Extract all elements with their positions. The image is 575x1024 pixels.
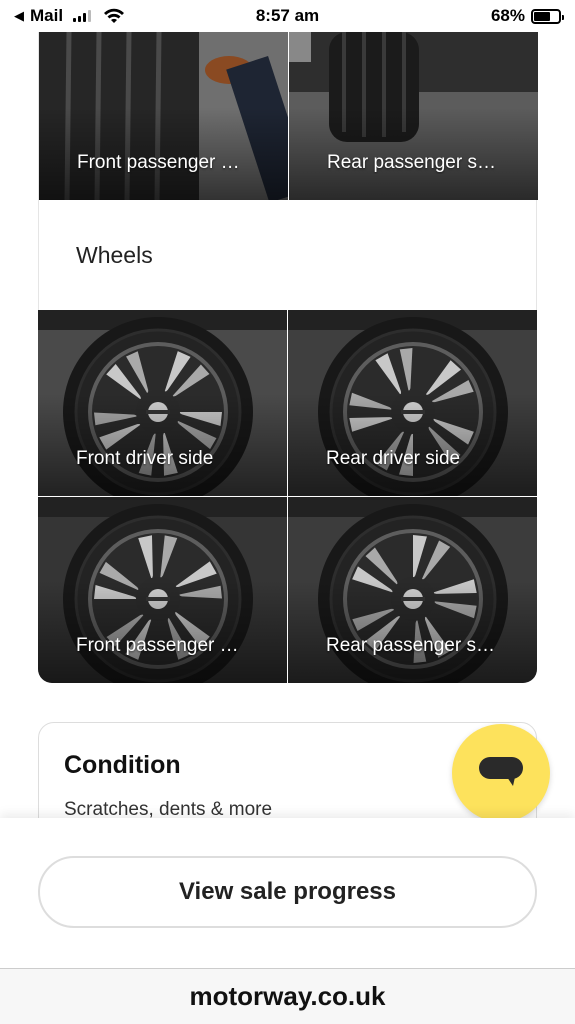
- wheel-photo-rear-passenger[interactable]: Rear passenger s…: [288, 497, 537, 683]
- battery-icon: [531, 8, 564, 24]
- view-sale-progress-button[interactable]: View sale progress: [38, 856, 537, 928]
- tile-label: Front driver side: [76, 448, 214, 469]
- url-text: motorway.co.uk: [189, 981, 386, 1011]
- tile-shade: [39, 32, 288, 200]
- battery-fill: [534, 11, 551, 21]
- back-app-label[interactable]: Mail: [30, 6, 63, 26]
- battery-percent: 68%: [490, 6, 525, 25]
- wheel-photo-front-driver[interactable]: Front driver side: [38, 310, 287, 496]
- tyre-photo-grid: Front passenger … Rear passenger s…: [38, 32, 538, 200]
- tyre-photo-rear-passenger[interactable]: Rear passenger s…: [289, 32, 538, 200]
- tile-label: Rear passenger s…: [326, 635, 495, 656]
- signal-icon: [73, 10, 92, 22]
- wheels-section-header: Wheels: [38, 200, 537, 310]
- tile-label: Rear driver side: [326, 448, 461, 469]
- wifi-icon: [104, 8, 125, 23]
- status-bar: ◀ Mail 8:57 am 68%: [0, 0, 575, 32]
- bottom-action-sheet: View sale progress: [0, 818, 575, 968]
- wheel-photo-front-passenger[interactable]: Front passenger …: [38, 497, 287, 683]
- chat-bubble-icon: [479, 757, 523, 786]
- status-time: 8:57 am: [255, 6, 320, 25]
- chat-button[interactable]: [452, 724, 550, 822]
- status-right: 68%: [490, 6, 564, 26]
- back-to-app-icon[interactable]: ◀: [14, 8, 24, 24]
- tile-label: Front passenger …: [77, 152, 240, 173]
- tile-label: Front passenger …: [76, 635, 239, 656]
- wheel-photo-rear-driver[interactable]: Rear driver side: [288, 310, 537, 496]
- tile-shade: [289, 32, 538, 200]
- browser-url-bar[interactable]: motorway.co.uk: [0, 968, 575, 1024]
- wheels-title: Wheels: [76, 242, 153, 268]
- tyre-photo-front-passenger[interactable]: Front passenger …: [39, 32, 288, 200]
- condition-title: Condition: [64, 751, 181, 779]
- status-left: ◀ Mail: [14, 6, 125, 26]
- wheel-photo-grid: Front driver side Rear driver side Front…: [38, 310, 537, 683]
- tile-label: Rear passenger s…: [327, 152, 496, 173]
